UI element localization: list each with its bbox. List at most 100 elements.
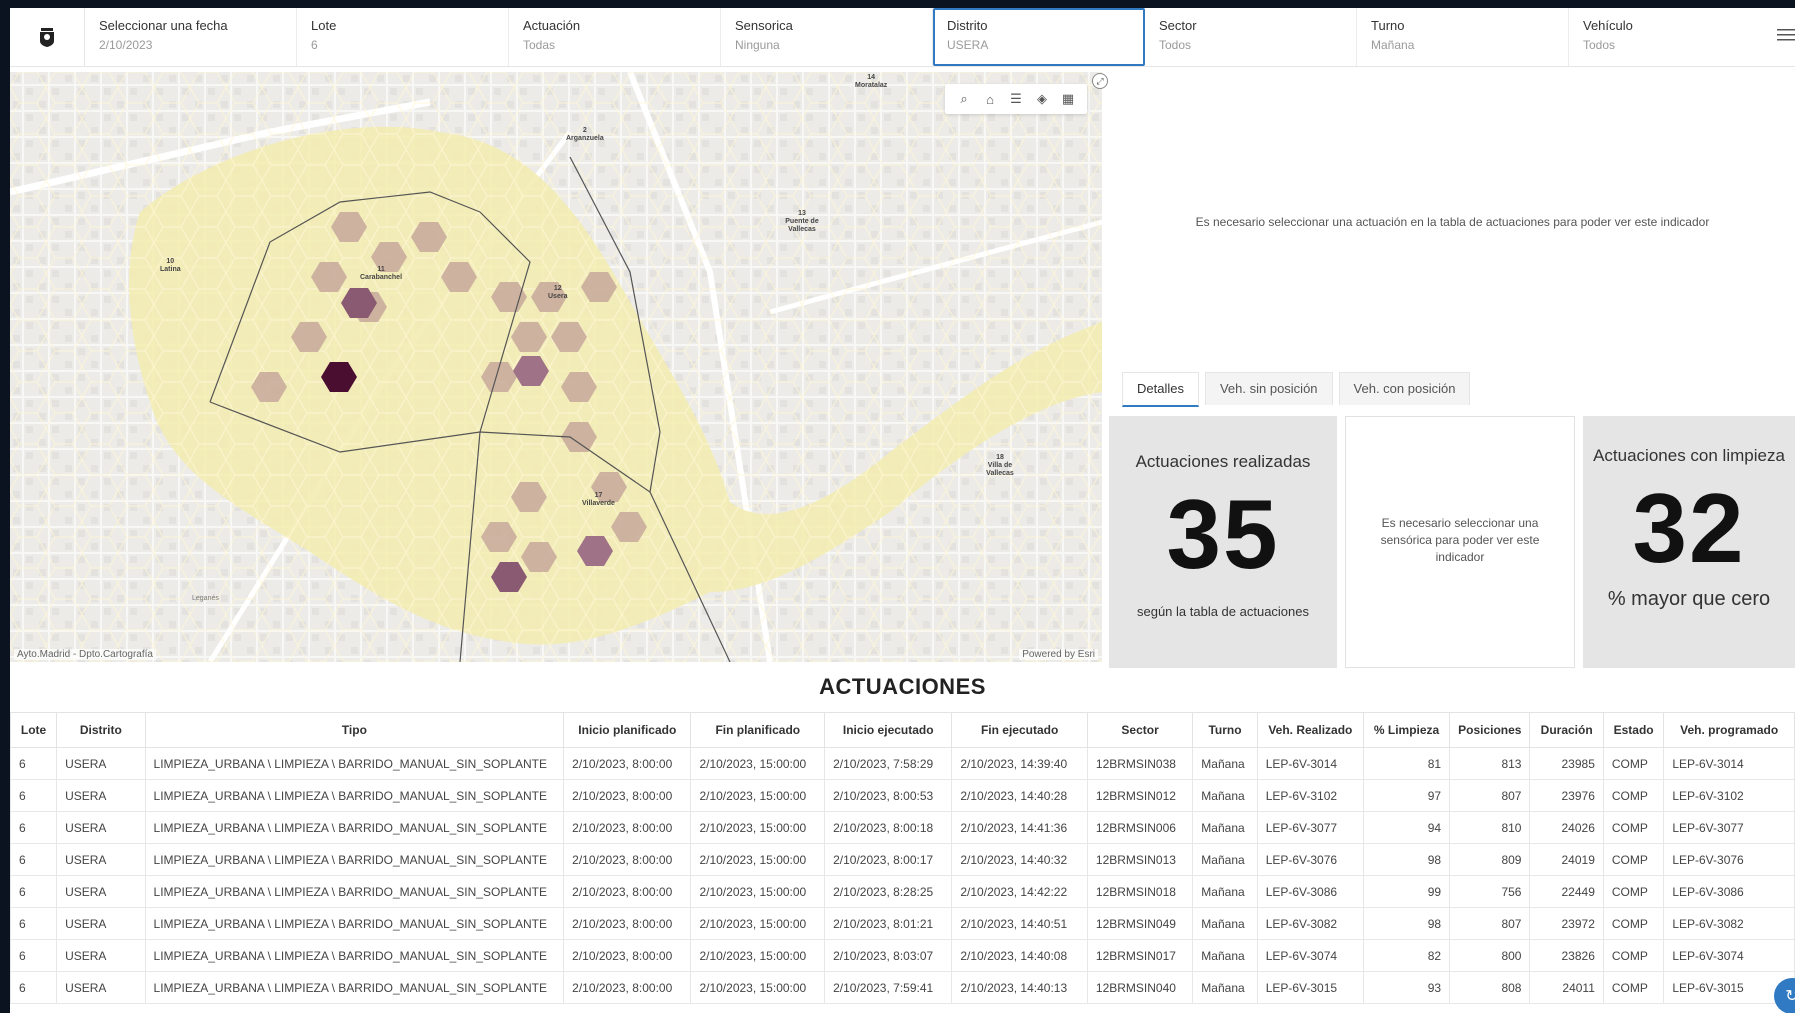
column-header[interactable]: Inicio ejecutado <box>824 712 953 748</box>
esri-attribution[interactable]: Powered by Esri <box>1019 649 1098 660</box>
table-cell: 24019 <box>1529 843 1604 876</box>
table-cell: LEP-6V-3077 <box>1256 811 1365 844</box>
table-cell: 81 <box>1363 747 1451 780</box>
column-header[interactable]: Fin planificado <box>690 712 826 748</box>
table-cell: 2/10/2023, 8:00:00 <box>563 971 692 1004</box>
table-cell: 24011 <box>1529 971 1604 1004</box>
table-cell: 807 <box>1449 779 1531 812</box>
column-header[interactable]: Veh. Realizado <box>1256 712 1365 748</box>
table-row[interactable]: 6 USERA LIMPIEZA_URBANA \ LIMPIEZA \ BARRI… <box>10 747 1795 780</box>
indicator-message: Es necesario seleccionar una actuación e… <box>1195 215 1710 229</box>
table-cell: 2/10/2023, 14:40:08 <box>951 939 1088 972</box>
label-name: Villa de Vallecas <box>986 462 1014 477</box>
table-cell: LEP-6V-3082 <box>1663 907 1795 940</box>
column-header[interactable]: Tipo <box>144 712 565 748</box>
table-cell: Mañana <box>1192 971 1258 1004</box>
filter-label: Sensorica <box>735 18 793 33</box>
label-name: Puente de Vallecas <box>785 218 819 233</box>
table-cell: USERA <box>56 747 146 780</box>
table-cell: 12BRMSIN006 <box>1086 811 1194 844</box>
map-view[interactable]: 14 Moratalaz 2 Arganzuela 13 Puente de Vall… <box>10 72 1102 662</box>
table-cell: COMP <box>1602 811 1665 844</box>
madrid-logo <box>10 8 85 66</box>
filter-value: 2/10/2023 <box>99 38 153 52</box>
table-cell: 2/10/2023, 14:40:13 <box>951 971 1088 1004</box>
table-cell: Mañana <box>1192 875 1258 908</box>
column-header[interactable]: Turno <box>1192 712 1258 748</box>
table-cell: 2/10/2023, 15:00:00 <box>690 747 826 780</box>
filter-value: Todos <box>1583 38 1616 52</box>
table-cell: USERA <box>56 843 146 876</box>
column-header[interactable]: Distrito <box>56 712 146 748</box>
label-name: Usera <box>548 293 568 300</box>
table-row[interactable]: 6 USERA LIMPIEZA_URBANA \ LIMPIEZA \ BARRI… <box>10 875 1795 908</box>
map-label-moratalaz: 14 Moratalaz <box>855 74 887 90</box>
filter-value: USERA <box>947 38 989 52</box>
column-header[interactable]: Veh. programado <box>1663 712 1795 748</box>
table-cell: 2/10/2023, 8:00:00 <box>563 779 692 812</box>
home-icon[interactable]: ⌂ <box>979 90 1001 108</box>
table-cell: 6 <box>10 907 58 940</box>
column-header[interactable]: Sector <box>1086 712 1194 748</box>
filter-lote[interactable]: Lote 6 <box>297 8 509 66</box>
table-cell: LEP-6V-3077 <box>1663 811 1795 844</box>
filter-vehiculo[interactable]: Vehículo Todos <box>1569 8 1784 66</box>
tab-detalles[interactable]: Detalles <box>1122 372 1199 407</box>
card-sensorica: Es necesario seleccionar una sensórica p… <box>1345 416 1575 668</box>
filter-label: Sector <box>1159 18 1197 33</box>
filter-actuacion[interactable]: Actuación Todas <box>509 8 721 66</box>
label-name: Carabanchel <box>360 274 403 281</box>
table-row[interactable]: 6 USERA LIMPIEZA_URBANA \ LIMPIEZA \ BARRI… <box>10 843 1795 876</box>
column-header[interactable]: % Limpieza <box>1363 712 1451 748</box>
tab-veh-con-posicion[interactable]: Veh. con posición <box>1338 372 1471 405</box>
table-cell: COMP <box>1602 747 1665 780</box>
table-row[interactable]: 6 USERA LIMPIEZA_URBANA \ LIMPIEZA \ BARRI… <box>10 907 1795 940</box>
table-row[interactable]: 6 USERA LIMPIEZA_URBANA \ LIMPIEZA \ BARRI… <box>10 811 1795 844</box>
table-cell: 98 <box>1363 907 1451 940</box>
table-row[interactable]: 6 USERA LIMPIEZA_URBANA \ LIMPIEZA \ BARRI… <box>10 939 1795 972</box>
search-icon[interactable]: ⌕ <box>953 90 975 108</box>
table-cell: 2/10/2023, 8:00:00 <box>563 747 692 780</box>
filter-distrito[interactable]: Distrito USERA <box>933 8 1145 66</box>
column-header[interactable]: Duración <box>1529 712 1604 748</box>
table-cell: LEP-6V-3014 <box>1256 747 1365 780</box>
table-cell: 12BRMSIN040 <box>1086 971 1194 1004</box>
column-header[interactable]: Posiciones <box>1449 712 1531 748</box>
menu-icon[interactable] <box>1773 26 1795 44</box>
table-cell: 2/10/2023, 8:01:21 <box>824 907 953 940</box>
table-cell: 97 <box>1363 779 1451 812</box>
column-header[interactable]: Estado <box>1602 712 1665 748</box>
table-body: 6 USERA LIMPIEZA_URBANA \ LIMPIEZA \ BARRI… <box>10 747 1795 1004</box>
table-cell: 12BRMSIN012 <box>1086 779 1194 812</box>
table-cell: 2/10/2023, 15:00:00 <box>690 843 826 876</box>
table-cell: 2/10/2023, 8:00:17 <box>824 843 953 876</box>
table-cell: Mañana <box>1192 843 1258 876</box>
card-actuaciones-limpieza: Actuaciones con limpieza 32 % mayor que … <box>1583 416 1795 668</box>
table-cell: 2/10/2023, 14:41:36 <box>951 811 1088 844</box>
column-header[interactable]: Fin ejecutado <box>951 712 1088 748</box>
table-cell: 2/10/2023, 8:00:00 <box>563 811 692 844</box>
card-subtitle: según la tabla de actuaciones <box>1136 604 1309 619</box>
layers-icon[interactable]: ◈ <box>1031 90 1053 108</box>
grid-icon[interactable]: ▦ <box>1057 90 1079 108</box>
table-cell: 98 <box>1363 843 1451 876</box>
column-header[interactable]: Lote <box>10 712 58 748</box>
list-icon[interactable]: ☰ <box>1005 90 1027 108</box>
table-row[interactable]: 6 USERA LIMPIEZA_URBANA \ LIMPIEZA \ BARRI… <box>10 971 1795 1004</box>
column-header[interactable]: Inicio planificado <box>563 712 692 748</box>
filter-label: Seleccionar una fecha <box>99 18 228 33</box>
label-num: 2 <box>582 127 587 134</box>
table-cell: 2/10/2023, 15:00:00 <box>690 907 826 940</box>
filter-fecha[interactable]: Seleccionar una fecha 2/10/2023 <box>85 8 297 66</box>
filter-turno[interactable]: Turno Mañana <box>1357 8 1569 66</box>
label-num: 12 <box>553 285 562 292</box>
expand-icon[interactable]: ⤢ <box>1092 73 1108 89</box>
table-cell: 2/10/2023, 14:40:28 <box>951 779 1088 812</box>
table-cell: 12BRMSIN038 <box>1086 747 1194 780</box>
filter-label: Turno <box>1371 18 1405 33</box>
filter-sensorica[interactable]: Sensorica Ninguna <box>721 8 933 66</box>
tab-veh-sin-posicion[interactable]: Veh. sin posición <box>1204 372 1333 405</box>
label-num: 13 <box>798 210 806 217</box>
filter-sector[interactable]: Sector Todos <box>1145 8 1357 66</box>
table-row[interactable]: 6 USERA LIMPIEZA_URBANA \ LIMPIEZA \ BARRI… <box>10 779 1795 812</box>
